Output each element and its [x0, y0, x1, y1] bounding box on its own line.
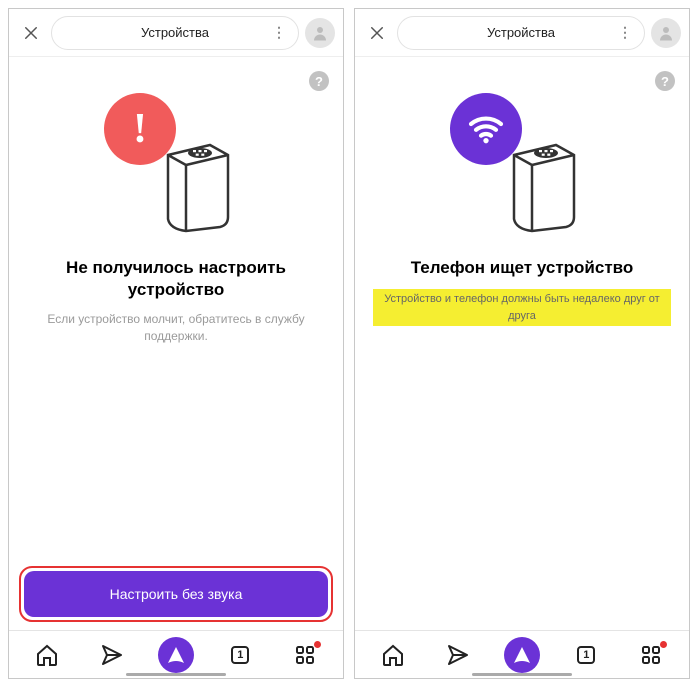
nav-alice[interactable] — [154, 637, 198, 673]
tab-count: 1 — [237, 649, 243, 661]
nav-apps[interactable] — [283, 637, 327, 673]
bottom-nav: 1 — [9, 630, 343, 678]
nav-send[interactable] — [90, 637, 134, 673]
notification-dot-icon — [314, 641, 321, 648]
nav-send[interactable] — [436, 637, 480, 673]
notification-dot-icon — [660, 641, 667, 648]
alice-icon — [504, 637, 540, 673]
illustration: ! — [96, 93, 256, 233]
help-icon[interactable]: ? — [655, 71, 675, 91]
more-icon: ⋮ — [272, 24, 286, 41]
home-indicator — [126, 673, 226, 676]
wifi-badge-icon — [450, 93, 522, 165]
error-badge-icon: ! — [104, 93, 176, 165]
header: Устройства ⋮ — [355, 9, 689, 57]
subtext-highlighted: Устройство и телефон должны быть недалек… — [373, 289, 671, 326]
screen-error: Устройства ⋮ ? — [8, 8, 344, 679]
nav-tabs[interactable]: 1 — [218, 637, 262, 673]
header-title: Устройства — [487, 25, 555, 40]
bottom-nav: 1 — [355, 630, 689, 678]
close-button[interactable] — [17, 19, 45, 47]
nav-home[interactable] — [25, 637, 69, 673]
setup-without-sound-button[interactable]: Настроить без звука — [24, 571, 328, 617]
nav-home[interactable] — [371, 637, 415, 673]
alice-icon — [158, 637, 194, 673]
tab-count: 1 — [583, 649, 589, 661]
header: Устройства ⋮ — [9, 9, 343, 57]
header-title-pill[interactable]: Устройства ⋮ — [397, 16, 645, 50]
more-icon: ⋮ — [618, 24, 632, 41]
home-indicator — [472, 673, 572, 676]
nav-apps[interactable] — [629, 637, 673, 673]
illustration — [442, 93, 602, 233]
header-title-pill[interactable]: Устройства ⋮ — [51, 16, 299, 50]
avatar[interactable] — [651, 18, 681, 48]
heading: Телефон ищет устройство — [411, 257, 634, 279]
content-area: ? ! Не получилось настроить уст — [9, 57, 343, 678]
content-area: ? — [355, 57, 689, 678]
heading: Не получилось настроить устройство — [27, 257, 325, 301]
subtext: Если устройство молчит, обратитесь в слу… — [27, 311, 325, 345]
cta-highlight-frame: Настроить без звука — [19, 566, 333, 622]
avatar[interactable] — [305, 18, 335, 48]
header-title: Устройства — [141, 25, 209, 40]
help-icon[interactable]: ? — [309, 71, 329, 91]
nav-tabs[interactable]: 1 — [564, 637, 608, 673]
close-button[interactable] — [363, 19, 391, 47]
exclamation-icon: ! — [133, 105, 147, 153]
wifi-icon — [466, 109, 506, 149]
screen-searching: Устройства ⋮ ? — [354, 8, 690, 679]
nav-alice[interactable] — [500, 637, 544, 673]
